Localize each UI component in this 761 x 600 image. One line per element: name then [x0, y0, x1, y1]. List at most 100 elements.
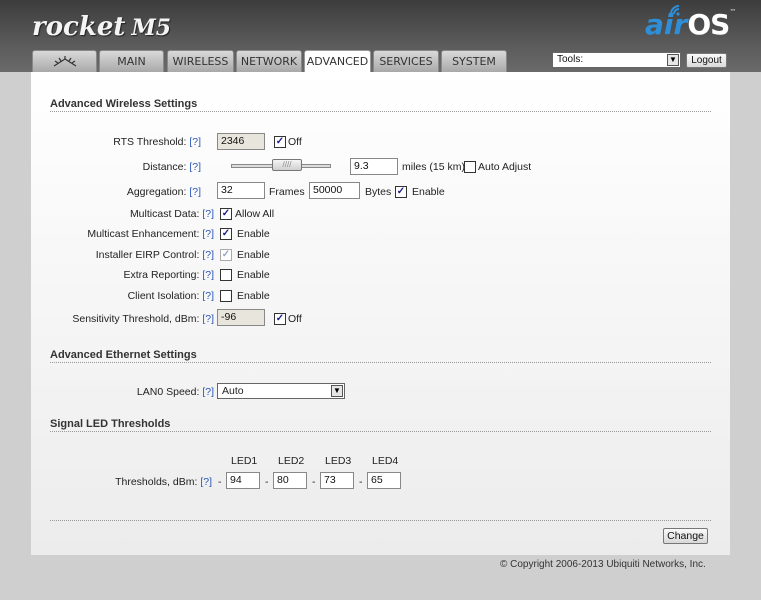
distance-label-text: Distance: — [142, 161, 187, 173]
tab-home-logo[interactable] — [32, 50, 97, 72]
multicast-data-option: Allow All — [235, 208, 275, 220]
section-title-ethernet: Advanced Ethernet Settings — [50, 349, 197, 361]
chevron-down-icon[interactable]: ▼ — [331, 385, 343, 397]
help-link[interactable]: [?] — [189, 161, 201, 173]
rts-threshold-label: RTS Threshold: [?] — [113, 136, 201, 148]
sensitivity-threshold-label-text: Sensitivity Threshold, dBm: — [72, 313, 200, 325]
section-divider — [50, 362, 711, 363]
aggregation-enable-checkbox[interactable]: ✓ — [395, 186, 407, 198]
help-link[interactable]: [?] — [189, 186, 201, 198]
airos-logo: airOS™ — [645, 8, 736, 41]
multicast-data-checkbox[interactable]: ✓ — [220, 208, 232, 220]
led1-header: LED1 — [231, 455, 258, 467]
eirp-control-checkbox[interactable]: ✓ — [220, 249, 232, 261]
tab-network[interactable]: NETWORK — [236, 50, 302, 72]
aggregation-bytes-input[interactable]: 50000 — [309, 182, 360, 199]
led4-header: LED4 — [372, 455, 399, 467]
lan0-speed-label: LAN0 Speed: [?] — [137, 386, 214, 398]
auto-adjust-label: Auto Adjust — [478, 161, 532, 173]
app-header: rocket M5 airOS™ MAIN WIRELESS NETWORK AD… — [0, 0, 761, 73]
tab-advanced[interactable]: ADVANCED — [304, 50, 371, 73]
distance-slider-handle[interactable]: //// — [272, 159, 302, 171]
lan0-speed-value: Auto — [222, 385, 244, 397]
lan0-speed-label-text: LAN0 Speed: — [136, 386, 200, 398]
aggregation-frames-input[interactable]: 32 — [217, 182, 265, 199]
eirp-control-option: Enable — [237, 249, 270, 261]
tab-main[interactable]: MAIN — [99, 50, 164, 72]
eirp-control-label: Installer EIRP Control: [?] — [96, 249, 214, 261]
sensitivity-threshold-label: Sensitivity Threshold, dBm: [?] — [72, 313, 214, 325]
multicast-data-label: Multicast Data: [?] — [130, 208, 214, 220]
multicast-enhancement-label-text: Multicast Enhancement: — [87, 228, 200, 240]
help-link[interactable]: [?] — [202, 208, 214, 220]
tools-select-value: Tools: — [557, 54, 584, 65]
led-thresholds-label-text: Thresholds, dBm: — [115, 476, 198, 488]
aggregation-label: Aggregation: [?] — [127, 186, 201, 198]
brand-logo: rocket M5 — [32, 12, 171, 42]
rts-off-checkbox[interactable]: ✓ — [274, 136, 286, 148]
led-dash: - — [359, 476, 363, 488]
multicast-enhancement-option: Enable — [237, 228, 270, 240]
sensitivity-off-label: Off — [288, 313, 302, 325]
airos-os: OS — [687, 8, 730, 41]
help-link[interactable]: [?] — [200, 476, 212, 488]
eirp-control-label-text: Installer EIRP Control: — [95, 249, 200, 261]
sensitivity-off-checkbox[interactable]: ✓ — [274, 313, 286, 325]
led1-threshold-input[interactable]: 94 — [226, 472, 260, 489]
section-divider — [50, 111, 711, 112]
help-link[interactable]: [?] — [202, 313, 214, 325]
led-dash: - — [218, 476, 222, 488]
help-link[interactable]: [?] — [202, 269, 214, 281]
tab-services[interactable]: SERVICES — [373, 50, 439, 72]
rts-off-label: Off — [288, 136, 302, 148]
settings-panel: Advanced Wireless Settings RTS Threshold… — [31, 72, 730, 555]
led-dash: - — [312, 476, 316, 488]
client-isolation-label: Client Isolation: [?] — [128, 290, 214, 302]
change-button[interactable]: Change — [663, 528, 708, 544]
multicast-enhancement-checkbox[interactable]: ✓ — [220, 228, 232, 240]
help-link[interactable]: [?] — [202, 249, 214, 261]
brand-name: rocket — [32, 12, 126, 42]
extra-reporting-label: Extra Reporting: [?] — [124, 269, 214, 281]
lan0-speed-select[interactable]: Auto ▼ — [217, 383, 345, 399]
help-link[interactable]: [?] — [189, 136, 201, 148]
tools-select[interactable]: Tools: ▼ — [552, 52, 681, 68]
aggregation-enable-label: Enable — [412, 186, 445, 198]
copyright-text: © Copyright 2006-2013 Ubiquiti Networks,… — [500, 559, 706, 570]
aggregation-label-text: Aggregation: — [126, 186, 187, 198]
distance-input[interactable]: 9.3 — [350, 158, 398, 175]
extra-reporting-checkbox[interactable] — [220, 269, 232, 281]
section-divider — [50, 431, 711, 432]
client-isolation-option: Enable — [237, 290, 270, 302]
multicast-enhancement-label: Multicast Enhancement: [?] — [87, 228, 214, 240]
tab-system[interactable]: SYSTEM — [441, 50, 507, 72]
led4-threshold-input[interactable]: 65 — [367, 472, 401, 489]
ubiquiti-logo-icon — [53, 56, 76, 67]
bytes-label: Bytes — [365, 186, 392, 198]
led3-header: LED3 — [325, 455, 352, 467]
logout-button[interactable]: Logout — [686, 53, 727, 68]
section-title-wireless: Advanced Wireless Settings — [50, 98, 198, 110]
led2-header: LED2 — [278, 455, 305, 467]
help-link[interactable]: [?] — [202, 290, 214, 302]
frames-label: Frames — [269, 186, 305, 198]
client-isolation-checkbox[interactable] — [220, 290, 232, 302]
rts-threshold-label-text: RTS Threshold: — [113, 136, 187, 148]
footer-divider — [50, 520, 711, 521]
tab-wireless[interactable]: WIRELESS — [167, 50, 234, 72]
led3-threshold-input[interactable]: 73 — [320, 472, 354, 489]
rts-threshold-input[interactable]: 2346 — [217, 133, 265, 150]
distance-unit: miles (15 km) — [402, 161, 466, 173]
airos-tm: ™ — [729, 8, 737, 16]
chevron-down-icon[interactable]: ▼ — [667, 54, 679, 66]
help-link[interactable]: [?] — [202, 228, 214, 240]
section-title-led: Signal LED Thresholds — [50, 418, 171, 430]
extra-reporting-label-text: Extra Reporting: — [123, 269, 200, 281]
auto-adjust-checkbox[interactable] — [464, 161, 476, 173]
sensitivity-threshold-input[interactable]: -96 — [217, 309, 265, 326]
led2-threshold-input[interactable]: 80 — [273, 472, 307, 489]
brand-model: M5 — [131, 15, 172, 41]
help-link[interactable]: [?] — [202, 386, 214, 398]
multicast-data-label-text: Multicast Data: — [129, 208, 200, 220]
led-dash: - — [265, 476, 269, 488]
